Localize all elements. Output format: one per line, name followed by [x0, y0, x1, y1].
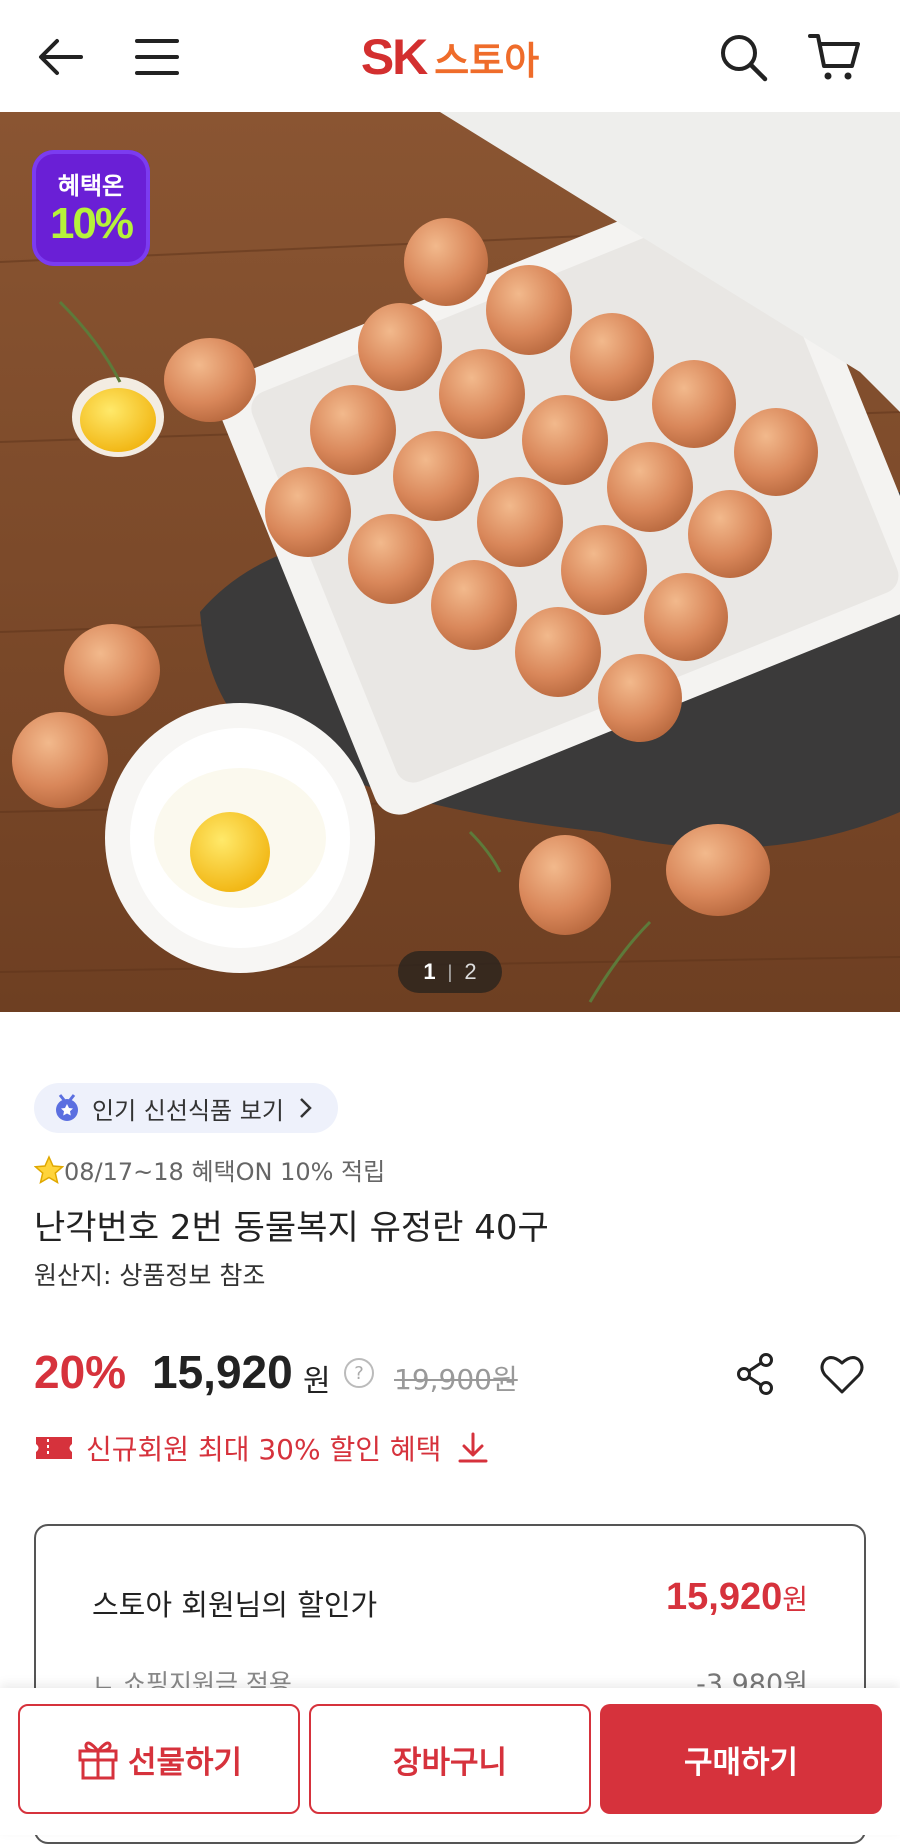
- heart-icon: [820, 1356, 864, 1394]
- top-app-bar: SK 스토아: [0, 0, 900, 112]
- share-button[interactable]: [732, 1350, 780, 1398]
- discount-rate: 20%: [34, 1346, 127, 1398]
- gift-icon: [78, 1741, 118, 1780]
- benefit-badge-line2: 10%: [49, 199, 134, 248]
- cart-label: 장바구니: [392, 1744, 508, 1781]
- indicator-separator: |: [447, 961, 453, 982]
- member-price-value: 15,920: [666, 1576, 783, 1618]
- member-price-label: 스토아 회원님의 할인가: [92, 1588, 378, 1622]
- gift-label: 선물하기: [127, 1744, 243, 1781]
- bottom-action-bar: 선물하기 장바구니 구매하기: [0, 1688, 900, 1835]
- promo-line: 08/17~18 혜택ON 10% 적립: [34, 1152, 385, 1187]
- promo-text: 08/17~18 혜택ON 10% 적립: [64, 1158, 386, 1186]
- add-to-cart-button[interactable]: 장바구니: [309, 1704, 591, 1814]
- popular-fresh-food-chip[interactable]: 인기 신선식품 보기: [34, 1083, 338, 1133]
- chip-label: 인기 신선식품 보기: [92, 1096, 284, 1125]
- share-icon: [737, 1353, 773, 1395]
- product-origin: 원산지: 상품정보 참조: [34, 1261, 266, 1290]
- buy-now-button[interactable]: 구매하기: [600, 1704, 882, 1814]
- search-button[interactable]: [708, 22, 778, 92]
- download-icon: [458, 1432, 488, 1463]
- cart-button[interactable]: [800, 22, 870, 92]
- logo-brand: SK: [360, 29, 428, 85]
- medal-icon: [56, 1094, 78, 1121]
- sale-price: 15,920: [152, 1346, 293, 1398]
- chevron-right-icon: [300, 1098, 312, 1118]
- buy-label: 구매하기: [683, 1744, 799, 1781]
- gift-button[interactable]: 선물하기: [18, 1704, 300, 1814]
- logo-store: 스토아: [434, 40, 540, 83]
- coupon-icon: [36, 1437, 72, 1459]
- new-member-coupon-banner[interactable]: 신규회원 최대 30% 할인 혜택: [34, 1428, 491, 1468]
- product-image[interactable]: 혜택온 10%: [0, 112, 900, 1012]
- benefit-badge-line1: 혜택온: [57, 173, 125, 200]
- original-price: 19,900원: [394, 1363, 518, 1396]
- image-page-indicator: 1 | 2: [398, 951, 502, 993]
- wishlist-button[interactable]: [818, 1350, 866, 1398]
- coupon-text: 신규회원 최대 30% 할인 혜택: [86, 1433, 442, 1466]
- currency-label: 원: [303, 1364, 331, 1399]
- member-price: 15,920원: [666, 1576, 808, 1619]
- indicator-current: 1: [423, 959, 436, 984]
- benefit-badge: 혜택온 10%: [32, 150, 150, 266]
- cart-icon: [808, 34, 860, 80]
- price-help-icon[interactable]: ?: [344, 1358, 374, 1388]
- product-title: 난각번호 2번 동물복지 유정란 40구: [34, 1208, 549, 1248]
- member-price-currency: 원: [782, 1584, 808, 1615]
- star-icon: [34, 1154, 64, 1184]
- search-icon: [721, 35, 768, 82]
- indicator-total: 2: [464, 959, 477, 984]
